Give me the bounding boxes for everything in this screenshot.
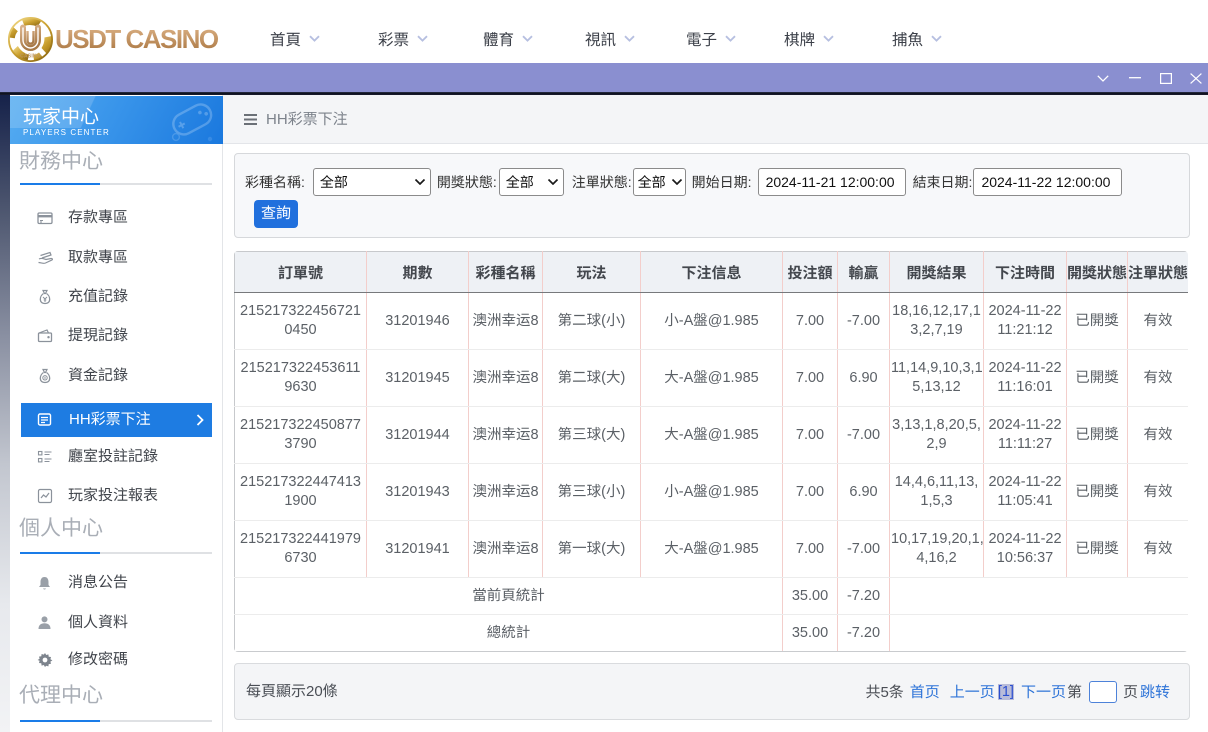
svg-text:CASINO: CASINO — [20, 54, 41, 60]
